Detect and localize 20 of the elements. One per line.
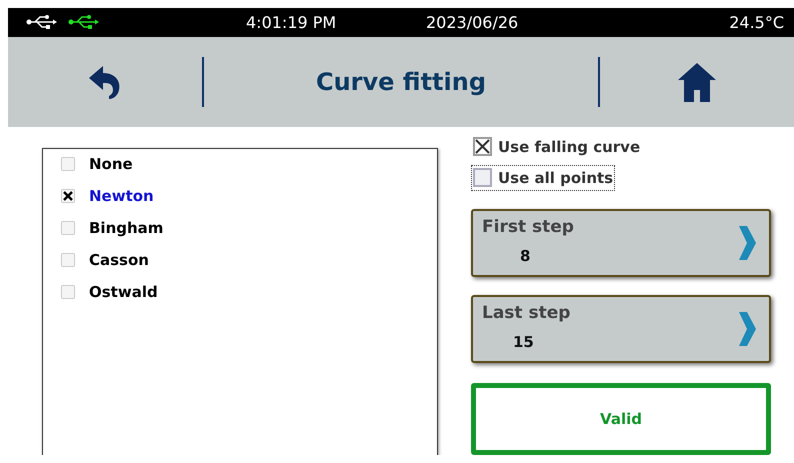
checkbox[interactable] (61, 189, 75, 203)
screen-title: Curve fitting (314, 68, 488, 96)
clock-time: 4:01:19 PM (246, 13, 338, 32)
checkbox[interactable] (473, 137, 492, 156)
chevron-right-icon (738, 310, 757, 347)
home-icon (677, 62, 717, 102)
model-option[interactable]: Ostwald (61, 281, 158, 303)
model-option[interactable]: None (61, 153, 133, 175)
model-option[interactable]: Newton (61, 185, 154, 207)
chevron-right-icon (738, 224, 757, 261)
step-button[interactable]: First step 8 (471, 208, 771, 277)
step-button[interactable]: Last step 15 (471, 294, 771, 363)
temperature-reading: 24.5°C (729, 13, 784, 32)
model-option[interactable]: Casson (61, 249, 149, 271)
checkbox[interactable] (473, 168, 492, 188)
model-option[interactable]: Bingham (61, 217, 164, 239)
status-text: Valid (600, 410, 642, 428)
date-text: 2023/06/26 (426, 13, 520, 32)
option-checkbox[interactable]: Use falling curve (471, 134, 642, 160)
option-checkbox[interactable]: Use all points (471, 165, 616, 191)
